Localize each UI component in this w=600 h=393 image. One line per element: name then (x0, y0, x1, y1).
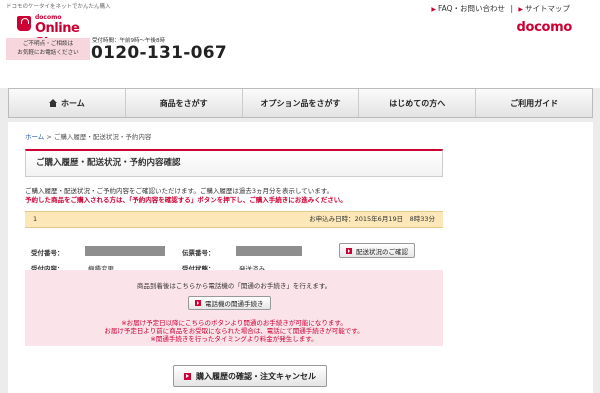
activation-panel: 商品到着後はこちらから電話機の「開通のお手続き」を行えます。 電話機の開通手続き… (25, 270, 443, 346)
arrow-icon (195, 300, 201, 306)
page-title: ご購入履歴・配送状況・予約内容確認 (25, 149, 443, 177)
order-header: 1 お申込み日時：2015年6月19日 8時33分 (25, 211, 443, 228)
sitemap-link[interactable]: サイトマップ (525, 4, 570, 13)
notice-text: 予約した商品をご購入される方は、「予約内容を確認する」ボタンを押下し、ご購入手続… (25, 196, 347, 204)
consult-box: ご不明点・ご相談は お気軽にお電話ください (6, 38, 90, 60)
slip-label: 伝票番号： (182, 249, 215, 257)
activation-info: 商品到着後はこちらから電話機の「開通のお手続き」を行えます。 (136, 282, 332, 290)
arrow-icon (346, 247, 352, 254)
history-cancel-button[interactable]: 購入履歴の確認・注文キャンセル (173, 365, 327, 387)
nav-options[interactable]: オプション品をさがす (243, 89, 360, 117)
shopping-bag-icon (17, 16, 31, 31)
order-date: お申込み日時：2015年6月19日 8時33分 (309, 215, 435, 223)
header: ドコモのケータイをネットでかんたん購入 docomo Online Shop ▶… (0, 0, 600, 88)
arrow-icon: ▶ (518, 6, 523, 13)
reception-number-masked (85, 246, 165, 256)
nav-products[interactable]: 商品をさがす (126, 89, 243, 117)
breadcrumb: ホーム > ご購入履歴・配送状況・予約内容 (25, 133, 152, 141)
delivery-status-button[interactable]: 配送状況のご確認 (339, 243, 415, 258)
nav-first-time[interactable]: はじめての方へ (359, 89, 477, 117)
nav-guide[interactable]: ご利用ガイド (476, 89, 592, 117)
breadcrumb-home[interactable]: ホーム (25, 133, 44, 141)
docomo-logo[interactable]: docomo (516, 20, 572, 35)
consult-line-1: ご不明点・ご相談は (22, 41, 74, 47)
nav-home[interactable]: ホーム (9, 89, 126, 117)
global-nav: ホーム 商品をさがす オプション品をさがす はじめての方へ ご利用ガイド (8, 88, 593, 118)
online-shop-logo[interactable]: docomo Online Shop (17, 11, 107, 51)
order-number: 1 (33, 215, 38, 223)
activation-button[interactable]: 電話機の開通手続き (188, 296, 271, 310)
phone-number: 0120-131-067 (91, 43, 227, 63)
consult-line-2: お気軽にお電話ください (17, 50, 79, 56)
header-links: ▶ FAQ・お問い合わせ | ▶ サイトマップ (431, 4, 570, 13)
arrow-icon: ▶ (431, 6, 437, 13)
reception-label: 受付番号： (31, 249, 64, 257)
faq-link[interactable]: FAQ・お問い合わせ (438, 4, 505, 13)
home-icon (49, 99, 58, 107)
arrow-icon (184, 372, 191, 380)
main-content: ホーム > ご購入履歴・配送状況・予約内容 ご購入履歴・配送状況・予約内容確認 … (8, 122, 593, 393)
activation-note-3: ※開通手続きを行ったタイミングより料金が発生します。 (150, 335, 318, 343)
tagline: ドコモのケータイをネットでかんたん購入 (6, 4, 111, 10)
breadcrumb-current: ご購入履歴・配送状況・予約内容 (53, 133, 152, 141)
logo-small-text: docomo (35, 14, 62, 21)
slip-number-masked (236, 246, 302, 256)
